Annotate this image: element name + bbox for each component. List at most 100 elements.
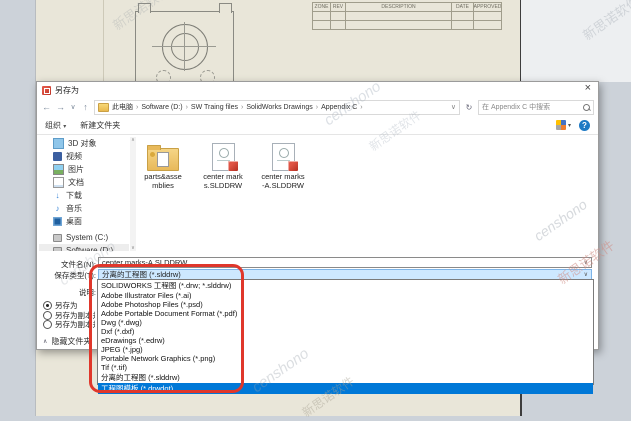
download-icon: ↓ bbox=[53, 191, 62, 200]
solidworks-badge-icon bbox=[228, 161, 238, 171]
radio-icon[interactable] bbox=[43, 320, 52, 329]
breadcrumb-item-this-pc[interactable]: 此电脑 bbox=[112, 102, 133, 112]
view-mode-button[interactable]: ▾ bbox=[556, 120, 571, 130]
toolbar-separator bbox=[37, 134, 598, 135]
breadcrumb-item-drive[interactable]: Software (D:) bbox=[141, 104, 182, 111]
app-background-right bbox=[521, 0, 631, 82]
centerline-vertical bbox=[184, 22, 185, 71]
dialog-title: 另存为 bbox=[55, 85, 79, 96]
dropdown-item[interactable]: Dwg (*.dwg) bbox=[98, 318, 593, 327]
sidebar-item-3d-objects[interactable]: 3D 对象 bbox=[39, 137, 129, 150]
rev-col-description: DESCRIPTION bbox=[346, 3, 452, 12]
dialog-toolbar: 组织 ▾ 新建文件夹 ▾ ? bbox=[45, 118, 590, 132]
file-item-drawing[interactable]: center marks-A.SLDDRW bbox=[259, 139, 307, 190]
crumb-separator-icon: › bbox=[186, 104, 188, 111]
sidebar-item-software-d[interactable]: Software (D:) bbox=[39, 244, 129, 251]
dialog-titlebar[interactable]: 另存为 bbox=[37, 82, 598, 98]
refresh-icon[interactable]: ↻ bbox=[463, 103, 475, 112]
rev-col-rev: REV bbox=[331, 3, 346, 12]
crumb-separator-icon: › bbox=[360, 104, 362, 111]
dropdown-item[interactable]: Adobe Illustrator Files (*.ai) bbox=[98, 291, 593, 300]
crumb-separator-icon: › bbox=[136, 104, 138, 111]
view-grid-icon bbox=[556, 120, 566, 130]
scroll-down-icon[interactable]: ∨ bbox=[130, 245, 136, 251]
music-icon: ♪ bbox=[53, 204, 62, 213]
sidebar-item-videos[interactable]: 视频 bbox=[39, 150, 129, 163]
close-icon[interactable]: × bbox=[585, 83, 591, 94]
dropdown-item[interactable]: Dxf (*.dxf) bbox=[98, 327, 593, 336]
sidebar-item-documents[interactable]: 文档 bbox=[39, 176, 129, 189]
breadcrumb-item-solidworks-drawings[interactable]: SolidWorks Drawings bbox=[246, 104, 312, 111]
search-input[interactable]: 在 Appendix C 中搜索 bbox=[478, 100, 594, 115]
filename-label: 文件名(N): bbox=[37, 259, 96, 270]
part-view-tab-right bbox=[219, 3, 232, 13]
part-view-inner-circle bbox=[171, 33, 199, 61]
rev-col-approved: APPROVED bbox=[474, 3, 501, 12]
sidebar-item-pictures[interactable]: 图片 bbox=[39, 163, 129, 176]
dropdown-item[interactable]: Tif (*.tif) bbox=[98, 363, 593, 372]
forward-icon[interactable]: → bbox=[55, 102, 66, 112]
rev-col-date: DATE bbox=[452, 3, 474, 12]
dropdown-item-selected[interactable]: 工程图模板 (*.drwdot) bbox=[98, 383, 593, 394]
dropdown-item[interactable]: Portable Network Graphics (*.png) bbox=[98, 354, 593, 363]
collapse-icon: ∧ bbox=[43, 338, 47, 345]
file-name: center marks.SLDDRW bbox=[201, 173, 245, 190]
videos-icon bbox=[53, 152, 62, 161]
dropdown-item[interactable]: JPEG (*.jpg) bbox=[98, 345, 593, 354]
revision-table: ZONE REV DESCRIPTION DATE APPROVED bbox=[312, 2, 502, 30]
dropdown-item[interactable]: eDrawings (*.edrw) bbox=[98, 336, 593, 345]
dropdown-item[interactable]: Adobe Photoshop Files (*.psd) bbox=[98, 300, 593, 309]
new-folder-button[interactable]: 新建文件夹 bbox=[80, 120, 120, 131]
drawing-file-icon bbox=[272, 143, 295, 171]
back-icon[interactable]: ← bbox=[41, 102, 52, 112]
desktop-icon bbox=[53, 217, 62, 226]
drive-icon bbox=[53, 247, 62, 252]
address-bar-row: ← → ∨ ↑ 此电脑 › Software (D:) › SW Traing … bbox=[41, 99, 594, 115]
breadcrumb-item-appendix-c[interactable]: Appendix C bbox=[321, 104, 357, 111]
drawing-file-icon bbox=[212, 143, 235, 171]
file-item-drawing[interactable]: center marks.SLDDRW bbox=[199, 139, 247, 190]
filename-value: center marks-A.SLDDRW bbox=[102, 258, 187, 267]
sidebar-scrollbar[interactable]: ∧ ∨ bbox=[130, 137, 136, 251]
filename-input[interactable]: center marks-A.SLDDRW ∨ bbox=[98, 257, 592, 268]
sidebar-item-desktop[interactable]: 桌面 bbox=[39, 215, 129, 228]
3d-objects-icon bbox=[53, 138, 64, 149]
sidebar-item-system-c[interactable]: System (C:) bbox=[39, 231, 129, 244]
description-label: 说明: bbox=[37, 287, 96, 298]
part-view-tab-left bbox=[138, 3, 151, 13]
dropdown-item[interactable]: SOLIDWORKS 工程图 (*.drw; *.slddrw) bbox=[98, 280, 593, 291]
navigation-sidebar: 3D 对象 视频 图片 文档 ↓ 下载 ♪ 音乐 桌面 System (C:) bbox=[39, 137, 129, 251]
breadcrumb[interactable]: 此电脑 › Software (D:) › SW Traing files › … bbox=[94, 100, 460, 115]
option-save-copy-open[interactable]: 另存为副本并打开 bbox=[43, 319, 95, 330]
help-button[interactable]: ? bbox=[579, 120, 590, 131]
documents-icon bbox=[53, 177, 64, 188]
chevron-down-icon[interactable]: ∨ bbox=[584, 259, 588, 266]
savetype-label: 保存类型(T): bbox=[37, 270, 96, 281]
solidworks-app-icon bbox=[42, 86, 51, 95]
address-dropdown-icon[interactable]: ∨ bbox=[451, 103, 456, 111]
search-icon bbox=[583, 104, 590, 111]
chevron-down-icon: ▾ bbox=[63, 124, 66, 130]
sidebar-item-downloads[interactable]: ↓ 下载 bbox=[39, 189, 129, 202]
sheet-border-line bbox=[103, 0, 104, 82]
folder-icon bbox=[98, 103, 109, 112]
chevron-down-icon: ▾ bbox=[568, 122, 571, 129]
breadcrumb-item-sw-traing-files[interactable]: SW Traing files bbox=[191, 104, 238, 111]
crumb-separator-icon: › bbox=[241, 104, 243, 111]
file-name: parts&assemblies bbox=[142, 173, 184, 190]
dropdown-item[interactable]: 分离的工程图 (*.slddrw) bbox=[98, 372, 593, 383]
chevron-down-icon[interactable]: ∨ bbox=[584, 271, 588, 278]
history-dropdown-icon[interactable]: ∨ bbox=[69, 103, 77, 111]
organize-button[interactable]: 组织 ▾ bbox=[45, 120, 66, 131]
dropdown-item[interactable]: Adobe Portable Document Format (*.pdf) bbox=[98, 309, 593, 318]
search-placeholder: 在 Appendix C 中搜索 bbox=[482, 102, 581, 112]
crumb-separator-icon: › bbox=[316, 104, 318, 111]
up-icon[interactable]: ↑ bbox=[80, 102, 91, 112]
sidebar-item-music[interactable]: ♪ 音乐 bbox=[39, 202, 129, 215]
file-item-folder[interactable]: parts&assemblies bbox=[139, 139, 187, 190]
hide-folders-button[interactable]: ∧ 隐藏文件夹 bbox=[43, 336, 91, 347]
rev-col-zone: ZONE bbox=[313, 3, 331, 12]
scroll-up-icon[interactable]: ∧ bbox=[130, 137, 136, 143]
pictures-icon bbox=[53, 164, 64, 175]
drive-icon bbox=[53, 234, 62, 242]
